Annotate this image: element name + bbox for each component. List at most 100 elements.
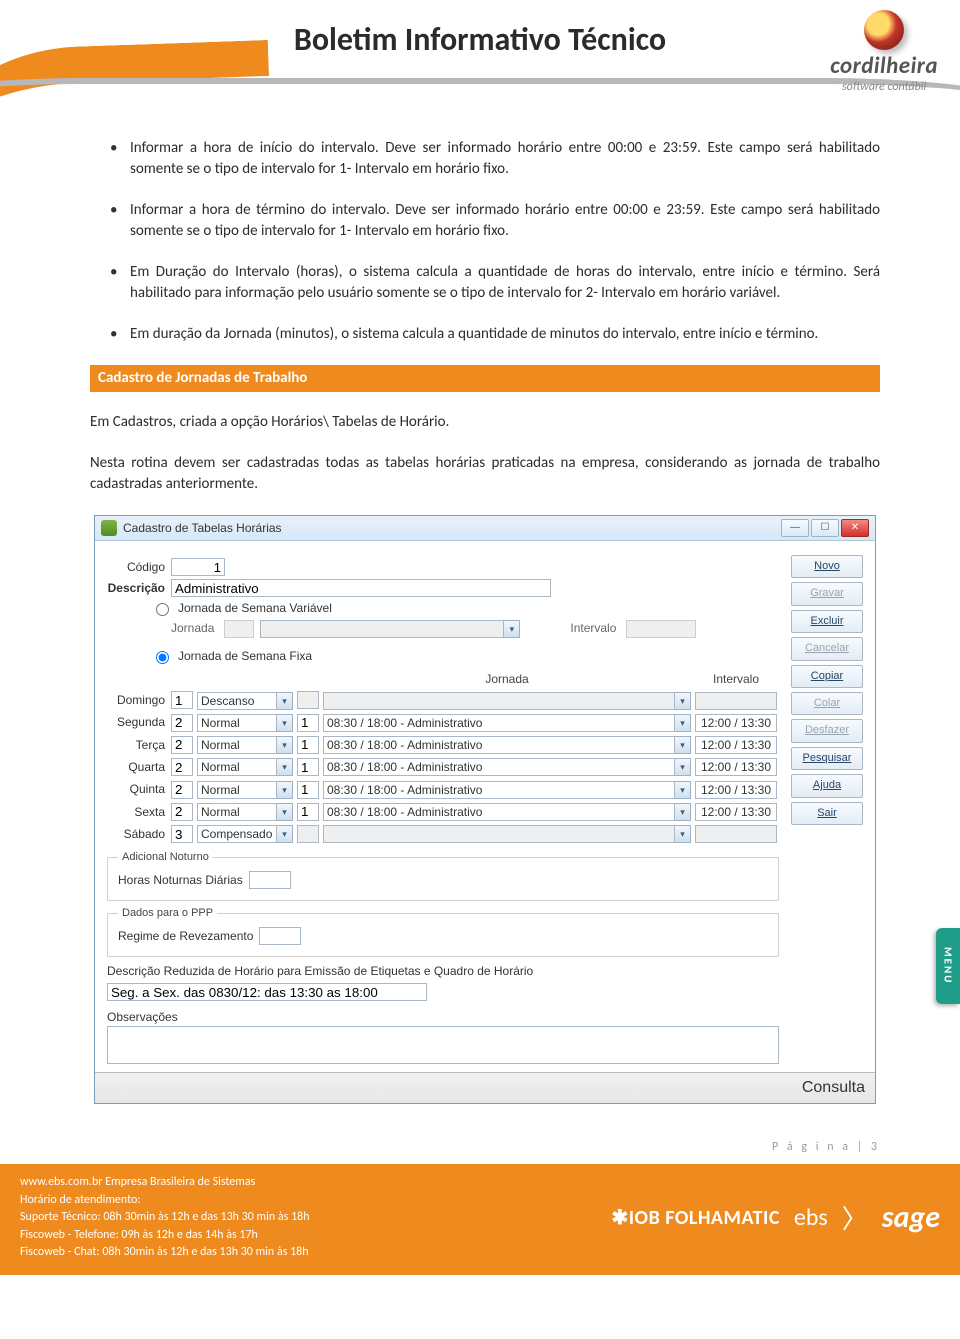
label-regime: Regime de Revezamento (118, 928, 253, 945)
table-row: SábadoCompensado▾▾ (107, 823, 779, 845)
chevron-down-icon: ▾ (675, 825, 691, 843)
chevron-down-icon[interactable]: ▾ (675, 736, 691, 754)
radio-semana-fixa[interactable] (156, 651, 169, 664)
day-code-input[interactable] (171, 736, 193, 754)
jornada-num-input[interactable] (297, 803, 319, 821)
close-button[interactable]: ✕ (841, 519, 869, 537)
label-radio-fixa: Jornada de Semana Fixa (178, 648, 312, 665)
intervalo-cell: 12:00 / 13:30 (695, 758, 777, 776)
day-code-input[interactable] (171, 714, 193, 732)
col-jornada: Jornada (321, 669, 693, 690)
day-code-input[interactable] (171, 803, 193, 821)
form-area: Código Descrição Jornada de Semana Variá… (107, 555, 779, 1064)
day-type-select[interactable]: Normal (197, 758, 277, 776)
bullet-item: Em Duração do Intervalo (horas), o siste… (90, 262, 880, 304)
jornada-num-input[interactable] (297, 714, 319, 732)
jornada-num-input[interactable] (297, 758, 319, 776)
menu-tab[interactable]: MENU (936, 928, 960, 1004)
day-code-input[interactable] (171, 758, 193, 776)
group-title: Dados para o PPP (118, 906, 217, 921)
page-footer: www.ebs.com.br Empresa Brasileira de Sis… (0, 1164, 960, 1275)
jornada-num-input (297, 691, 319, 709)
brand-sage: sage (882, 1199, 940, 1236)
jornada-select[interactable]: 08:30 / 18:00 - Administrativo (323, 803, 675, 821)
brand-iob: ✱IOB FOLHAMATIC (611, 1205, 779, 1230)
footer-line: Fiscoweb - Telefone: 09h às 12h e das 14… (20, 1227, 310, 1244)
gravar-button: Gravar (791, 582, 863, 605)
jornada-select[interactable]: 08:30 / 18:00 - Administrativo (323, 758, 675, 776)
descricao-input[interactable] (171, 579, 551, 597)
ajuda-button[interactable]: Ajuda (791, 774, 863, 797)
label-desc-reduzida: Descrição Reduzida de Horário para Emiss… (107, 963, 779, 980)
intervalo-cell: 12:00 / 13:30 (695, 803, 777, 821)
titlebar: Cadastro de Tabelas Horárias — ☐ ✕ (95, 516, 875, 541)
table-row: DomingoDescanso▾▾ (107, 689, 779, 711)
window-title: Cadastro de Tabelas Horárias (123, 520, 282, 537)
app-icon (101, 520, 117, 536)
chevron-down-icon[interactable]: ▾ (277, 758, 293, 776)
chevron-down-icon[interactable]: ▾ (277, 825, 293, 843)
regime-input[interactable] (259, 927, 301, 945)
day-label: Segunda (107, 712, 169, 734)
chevron-down-icon[interactable]: ▾ (675, 803, 691, 821)
group-ppp: Dados para o PPP Regime de Revezamento (107, 913, 779, 957)
col-intervalo: Intervalo (693, 669, 779, 690)
jornada-select (323, 692, 675, 710)
chevron-down-icon[interactable]: ▾ (675, 714, 691, 732)
intervalo-cell: 12:00 / 13:30 (695, 736, 777, 754)
jornada-select[interactable]: 08:30 / 18:00 - Administrativo (323, 736, 675, 754)
jornada-num-input[interactable] (297, 736, 319, 754)
brand-logo-icon (864, 10, 904, 50)
day-code-input[interactable] (171, 691, 193, 709)
status-text: Consulta (802, 1077, 865, 1099)
chevron-down-icon: ▾ (675, 692, 691, 710)
chevron-down-icon[interactable]: ▾ (675, 758, 691, 776)
day-type-select[interactable]: Normal (197, 781, 277, 799)
chevron-down-icon[interactable]: ▾ (277, 714, 293, 732)
observacoes-textarea[interactable] (107, 1026, 779, 1064)
bullet-item: Informar a hora de término do intervalo.… (90, 200, 880, 242)
day-label: Domingo (107, 689, 169, 711)
day-code-input[interactable] (171, 781, 193, 799)
day-type-select[interactable]: Compensado (197, 825, 277, 843)
label-radio-variavel: Jornada de Semana Variável (178, 600, 332, 617)
jornada-num-input[interactable] (297, 781, 319, 799)
excluir-button[interactable]: Excluir (791, 610, 863, 633)
label-codigo: Código (107, 559, 165, 576)
codigo-input[interactable] (171, 558, 225, 576)
side-buttons: NovoGravarExcluirCancelarCopiarColarDesf… (791, 555, 863, 1064)
footer-line: Horário de atendimento: (20, 1192, 310, 1209)
chevron-down-icon[interactable]: ▾ (277, 692, 293, 710)
horas-noturnas-input[interactable] (249, 871, 291, 889)
chevron-down-icon[interactable]: ▾ (277, 736, 293, 754)
label-intervalo-var: Intervalo (566, 620, 620, 637)
jornada-select[interactable]: 08:30 / 18:00 - Administrativo (323, 781, 675, 799)
footer-info: www.ebs.com.br Empresa Brasileira de Sis… (20, 1174, 310, 1261)
minimize-button[interactable]: — (781, 519, 809, 537)
day-code-input[interactable] (171, 825, 193, 843)
radio-semana-variavel[interactable] (156, 603, 169, 616)
pesquisar-button[interactable]: Pesquisar (791, 747, 863, 770)
novo-button[interactable]: Novo (791, 555, 863, 578)
chevron-down-icon[interactable]: ▾ (675, 781, 691, 799)
sair-button[interactable]: Sair (791, 802, 863, 825)
brand-block: cordilheira software contábil (830, 10, 938, 94)
chevron-down-icon[interactable]: ▾ (277, 781, 293, 799)
footer-brands: ✱IOB FOLHAMATIC ebs 〉 sage (611, 1199, 940, 1236)
copiar-button[interactable]: Copiar (791, 665, 863, 688)
page-header: Boletim Informativo Técnico cordilheira … (0, 0, 960, 108)
day-type-select[interactable]: Descanso (197, 692, 277, 710)
brand-ebs: ebs (794, 1203, 828, 1232)
app-window: Cadastro de Tabelas Horárias — ☐ ✕ Códig… (94, 515, 876, 1104)
footer-line: Fiscoweb - Chat: 08h 30min às 12h e das … (20, 1244, 310, 1261)
colar-button: Colar (791, 692, 863, 715)
desc-reduzida-input[interactable] (107, 983, 427, 1001)
maximize-button[interactable]: ☐ (811, 519, 839, 537)
day-type-select[interactable]: Normal (197, 803, 277, 821)
day-type-select[interactable]: Normal (197, 714, 277, 732)
chevron-down-icon[interactable]: ▾ (277, 803, 293, 821)
jornada-select[interactable]: 08:30 / 18:00 - Administrativo (323, 714, 675, 732)
day-type-select[interactable]: Normal (197, 736, 277, 754)
day-label: Sábado (107, 823, 169, 845)
table-row: TerçaNormal▾08:30 / 18:00 - Administrati… (107, 734, 779, 756)
